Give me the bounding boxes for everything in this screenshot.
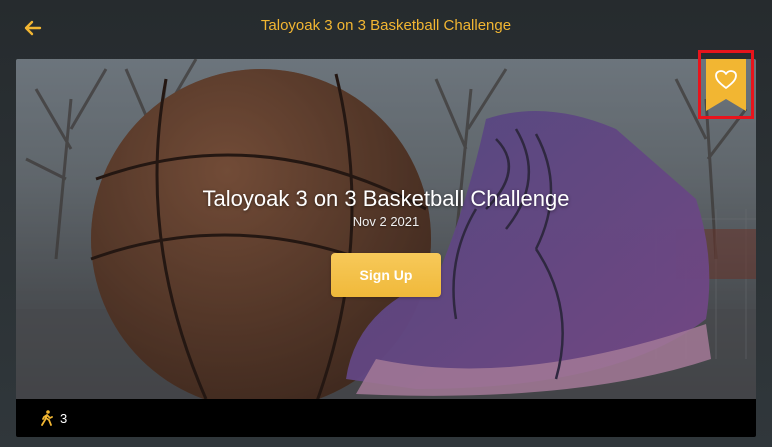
favorite-bookmark-button[interactable] (706, 59, 746, 111)
event-detail-screen: Taloyoak 3 on 3 Basketball Challenge Tal… (0, 0, 772, 447)
app-header: Taloyoak 3 on 3 Basketball Challenge (0, 0, 772, 56)
sign-up-button[interactable]: Sign Up (331, 253, 441, 297)
hero-dim-overlay (16, 59, 756, 399)
participants-bar: 3 (16, 399, 756, 437)
page-title: Taloyoak 3 on 3 Basketball Challenge (260, 17, 512, 34)
event-date: Nov 2 2021 (352, 214, 420, 229)
event-title: Taloyoak 3 on 3 Basketball Challenge (202, 186, 570, 211)
event-hero-image: Taloyoak 3 on 3 Basketball Challenge Nov… (16, 59, 756, 399)
participants-count: 3 (60, 410, 68, 426)
event-card: Taloyoak 3 on 3 Basketball Challenge Nov… (16, 59, 756, 437)
walking-person-icon (40, 410, 54, 426)
